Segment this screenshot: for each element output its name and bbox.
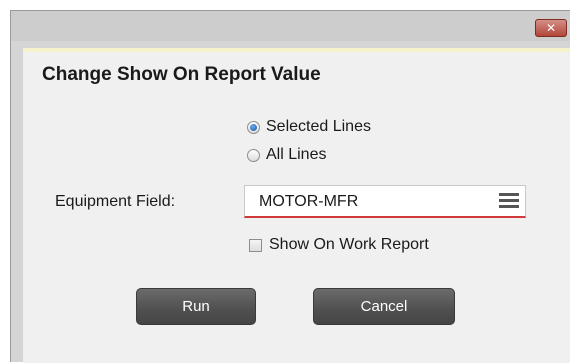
hamburger-menu-icon[interactable]	[499, 193, 519, 209]
title-bar[interactable]	[11, 11, 570, 41]
radio-all-lines[interactable]: All Lines	[247, 145, 326, 165]
equipment-field-input[interactable]: MOTOR-MFR	[244, 185, 526, 218]
radio-label-selected-lines: Selected Lines	[266, 118, 371, 135]
equipment-field-label: Equipment Field:	[55, 193, 176, 210]
show-on-work-report-label: Show On Work Report	[269, 236, 429, 253]
cancel-button[interactable]: Cancel	[313, 288, 455, 325]
close-icon: ✕	[545, 21, 557, 35]
checkbox-box[interactable]	[249, 238, 262, 252]
show-on-work-report-checkbox[interactable]: Show On Work Report	[249, 235, 429, 255]
run-button[interactable]: Run	[136, 288, 256, 325]
close-button[interactable]: ✕	[535, 19, 567, 37]
dialog-heading: Change Show On Report Value	[42, 64, 321, 85]
radio-selected-lines[interactable]: Selected Lines	[247, 117, 371, 137]
radio-label-all-lines: All Lines	[266, 146, 327, 163]
radio-button-unchecked[interactable]	[247, 148, 260, 162]
equipment-field-value: MOTOR-MFR	[259, 193, 359, 210]
radio-button-checked[interactable]	[247, 120, 260, 134]
